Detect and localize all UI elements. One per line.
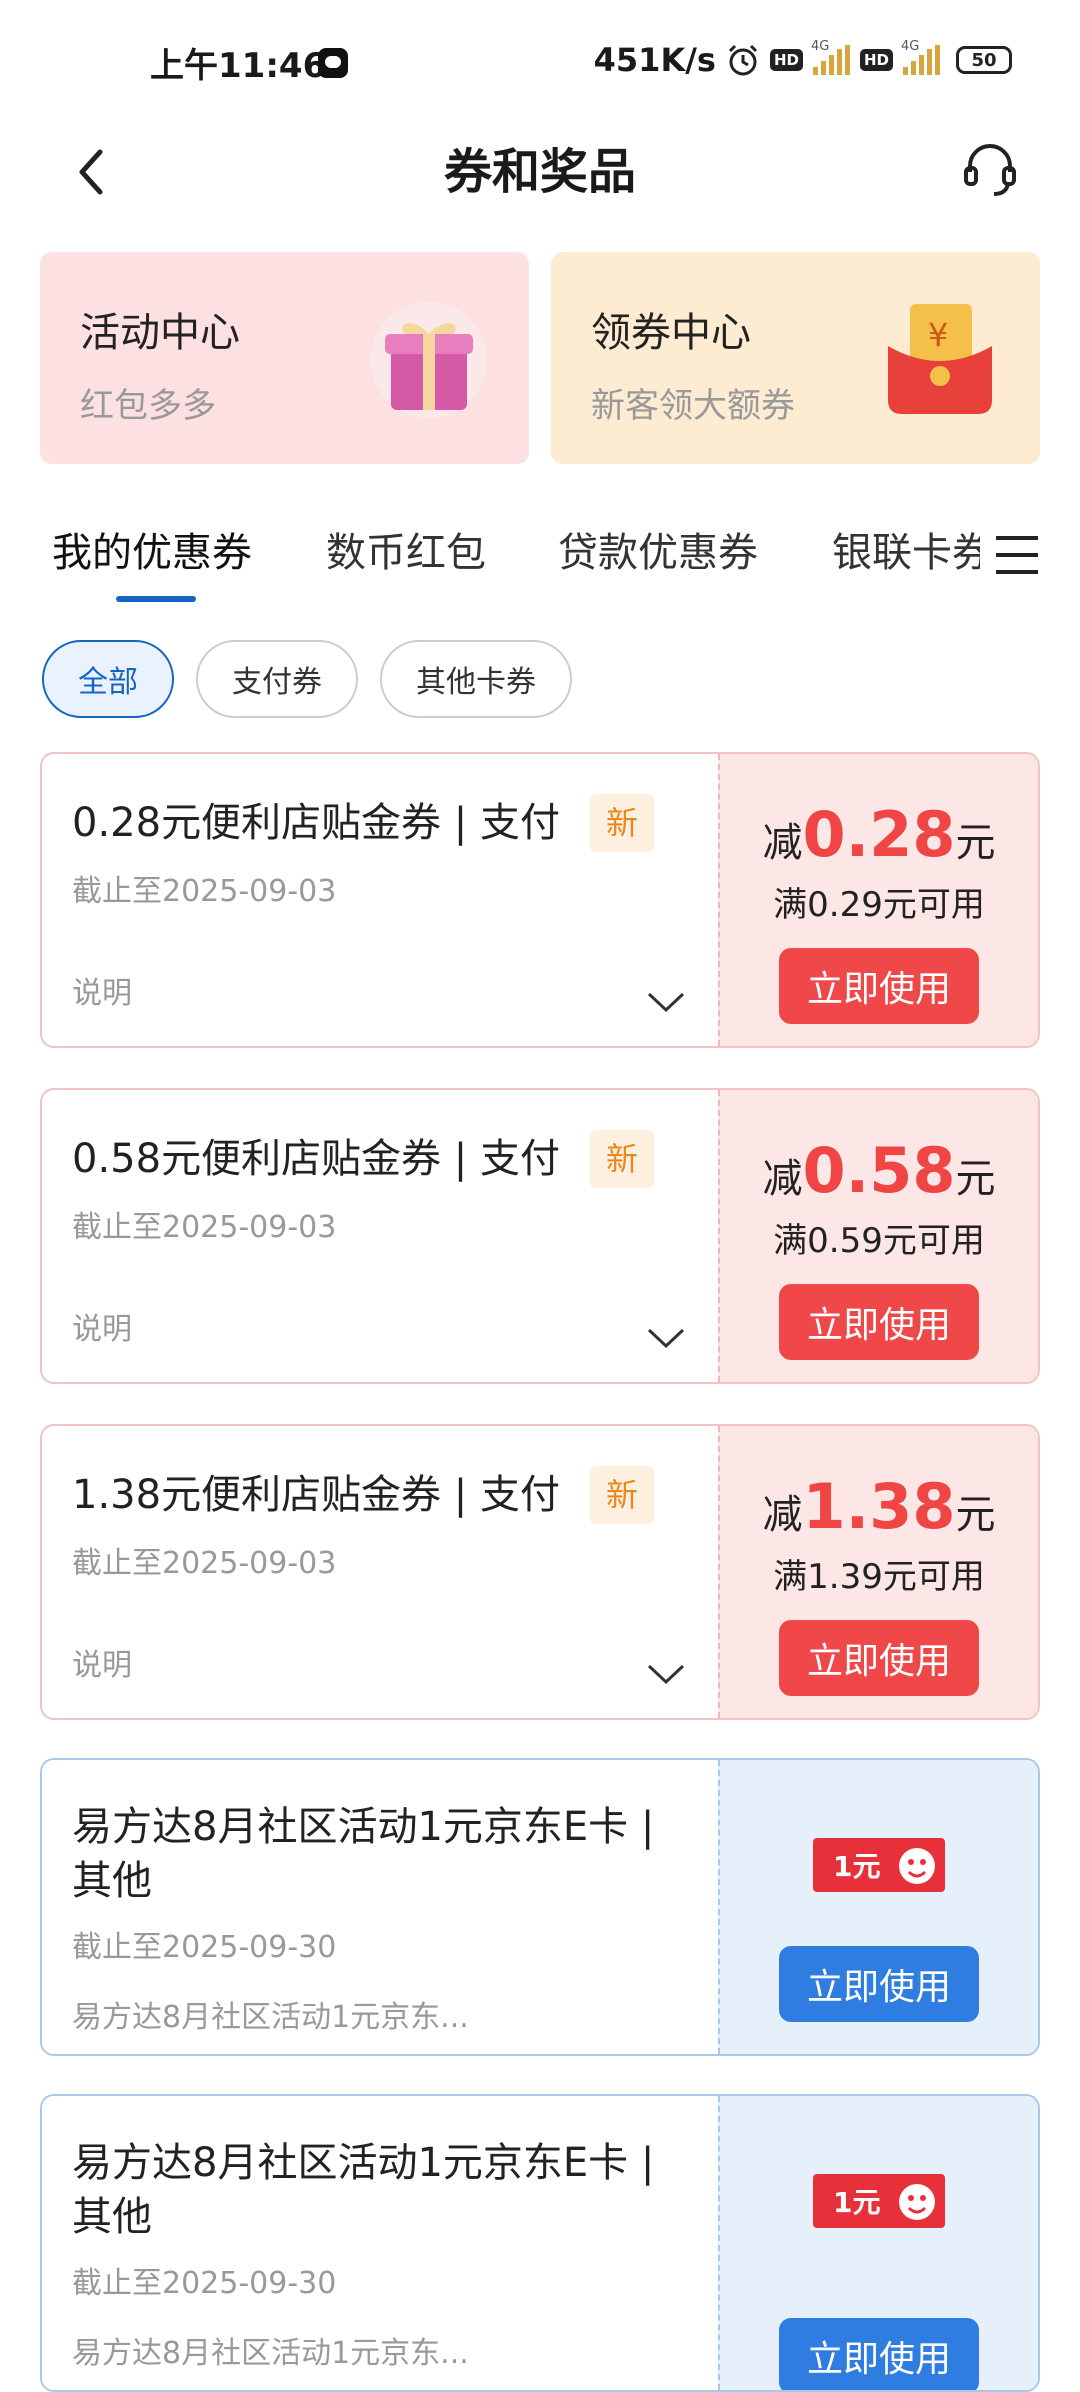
- menu-icon[interactable]: [994, 532, 1040, 578]
- alarm-icon: [728, 44, 758, 76]
- red-envelope-icon: ¥: [888, 304, 992, 414]
- activity-center-card[interactable]: 活动中心 红包多多: [40, 252, 529, 464]
- filter-all[interactable]: 全部: [42, 640, 174, 718]
- amount-value: 0.58: [802, 1134, 956, 1207]
- amount-prefix: 减: [762, 820, 803, 866]
- coupon-description-toggle[interactable]: 说明: [72, 1304, 132, 1348]
- filter-other-cards[interactable]: 其他卡券: [380, 640, 572, 718]
- chevron-down-icon[interactable]: [646, 1326, 686, 1350]
- coupon-value-panel: 减 1.38 元 满1.39元可用 立即使用: [718, 1426, 1038, 1718]
- network-speed: 451K/s: [593, 41, 716, 79]
- battery-icon: 50: [956, 46, 1012, 74]
- jd-ecard-icon: 1元: [813, 2174, 945, 2228]
- coupon-title-text: 0.28元便利店贴金券 | 支付: [72, 800, 560, 846]
- promo-row: 活动中心 红包多多 领券中心 新客领大额券 ¥: [40, 252, 1040, 464]
- coupon-title: 0.58元便利店贴金券 | 支付 新: [72, 1130, 688, 1188]
- filter-chips: 全部 支付券 其他卡券: [42, 640, 572, 718]
- usage-condition: 满1.39元可用: [773, 1557, 985, 1597]
- amount-prefix: 减: [762, 1492, 803, 1538]
- signal-icon: 4G: [901, 39, 940, 75]
- amount-prefix: 减: [762, 1156, 803, 1202]
- new-badge: 新: [589, 1466, 654, 1524]
- use-now-button[interactable]: 立即使用: [779, 948, 979, 1024]
- coupon-card: 0.28元便利店贴金券 | 支付 新 截止至2025-09-03 说明 减 0.…: [40, 752, 1040, 1048]
- hd-badge: HD: [769, 49, 803, 71]
- chevron-down-icon[interactable]: [646, 1662, 686, 1686]
- nav-bar: 券和奖品: [0, 120, 1080, 230]
- usage-condition: 满0.59元可用: [773, 1221, 985, 1261]
- coupon-expire: 截止至2025-09-03: [72, 1210, 337, 1245]
- card-coupon: 易方达8月社区活动1元京东E卡 | 其他 截止至2025-09-30 易方达8月…: [40, 1758, 1040, 2056]
- discount-amount: 减 0.28 元: [763, 798, 996, 871]
- tab-my-coupons[interactable]: 我的优惠券: [52, 520, 252, 578]
- card-value-panel: 1元 立即使用: [718, 2096, 1038, 2390]
- amount-value: 0.28: [802, 798, 956, 871]
- new-badge: 新: [589, 794, 654, 852]
- status-time: 上午11:46: [150, 46, 327, 86]
- coupon-description-toggle[interactable]: 说明: [72, 968, 132, 1012]
- page-title: 券和奖品: [443, 144, 636, 200]
- tab-unionpay-coupons[interactable]: 银联卡券: [832, 520, 992, 578]
- coupon-value-panel: 减 0.58 元 满0.59元可用 立即使用: [718, 1090, 1038, 1382]
- coupon-tabs: 我的优惠券 数币红包 贷款优惠券 银联卡券: [0, 520, 1080, 610]
- tab-digital-red-packet[interactable]: 数币红包: [326, 520, 486, 578]
- new-badge: 新: [589, 1130, 654, 1188]
- tab-loan-coupons[interactable]: 贷款优惠券: [558, 520, 758, 578]
- coupon-title-text: 0.58元便利店贴金券 | 支付: [72, 1136, 560, 1182]
- filter-payment-coupons[interactable]: 支付券: [196, 640, 358, 718]
- coupon-title-text: 1.38元便利店贴金券 | 支付: [72, 1472, 560, 1518]
- chevron-down-icon[interactable]: [646, 990, 686, 1014]
- card-value-panel: 1元 立即使用: [718, 1760, 1038, 2054]
- coupon-value-panel: 减 0.28 元 满0.29元可用 立即使用: [718, 754, 1038, 1046]
- hd-badge: HD: [859, 49, 893, 71]
- customer-service-icon[interactable]: [960, 138, 1020, 202]
- use-now-button[interactable]: 立即使用: [779, 1946, 979, 2022]
- card-expire: 截止至2025-09-30: [72, 2266, 337, 2301]
- coupon-title: 0.28元便利店贴金券 | 支付 新: [72, 794, 688, 852]
- coupon-expire: 截止至2025-09-03: [72, 874, 337, 909]
- network-type: 4G: [901, 39, 920, 54]
- amount-unit: 元: [955, 820, 996, 866]
- status-indicators: 451K/s HD 4G HD 4G 50: [593, 39, 1012, 80]
- status-bar: 上午11:46 451K/s HD 4G HD 4G 50: [0, 0, 1080, 120]
- coupon-expire: 截止至2025-09-03: [72, 1546, 337, 1581]
- coupon-card: 1.38元便利店贴金券 | 支付 新 截止至2025-09-03 说明 减 1.…: [40, 1424, 1040, 1720]
- active-tab-indicator: [116, 596, 196, 602]
- discount-amount: 减 1.38 元: [763, 1470, 996, 1543]
- card-art-label: 1元: [833, 2186, 880, 2219]
- card-description: 易方达8月社区活动1元京东...: [72, 2336, 469, 2371]
- coupon-info: 0.58元便利店贴金券 | 支付 新 截止至2025-09-03 说明: [42, 1090, 718, 1382]
- coupon-info: 1.38元便利店贴金券 | 支付 新 截止至2025-09-03 说明: [42, 1426, 718, 1718]
- amount-unit: 元: [955, 1156, 996, 1202]
- use-now-button[interactable]: 立即使用: [779, 1284, 979, 1360]
- card-info: 易方达8月社区活动1元京东E卡 | 其他 截止至2025-09-30 易方达8月…: [42, 2096, 718, 2390]
- card-title: 易方达8月社区活动1元京东E卡 | 其他: [72, 2140, 655, 2240]
- coupon-info: 0.28元便利店贴金券 | 支付 新 截止至2025-09-03 说明: [42, 754, 718, 1046]
- network-type: 4G: [810, 39, 830, 54]
- card-title: 易方达8月社区活动1元京东E卡 | 其他: [72, 1804, 655, 1904]
- card-description: 易方达8月社区活动1元京东...: [72, 2000, 469, 2035]
- jd-ecard-icon: 1元: [813, 1838, 945, 1892]
- coupon-title: 1.38元便利店贴金券 | 支付 新: [72, 1466, 688, 1524]
- usage-condition: 满0.29元可用: [773, 885, 985, 925]
- coupon-card: 0.58元便利店贴金券 | 支付 新 截止至2025-09-03 说明 减 0.…: [40, 1088, 1040, 1384]
- card-expire: 截止至2025-09-30: [72, 1930, 337, 1965]
- gift-box-icon: [371, 302, 487, 418]
- card-coupon: 易方达8月社区活动1元京东E卡 | 其他 截止至2025-09-30 易方达8月…: [40, 2094, 1040, 2392]
- svg-text:¥: ¥: [928, 316, 948, 354]
- use-now-button[interactable]: 立即使用: [779, 2318, 979, 2390]
- amount-unit: 元: [955, 1492, 996, 1538]
- amount-value: 1.38: [802, 1470, 956, 1543]
- card-info: 易方达8月社区活动1元京东E卡 | 其他 截止至2025-09-30 易方达8月…: [42, 1760, 718, 2054]
- coupon-description-toggle[interactable]: 说明: [72, 1640, 132, 1684]
- discount-amount: 减 0.58 元: [763, 1134, 996, 1207]
- use-now-button[interactable]: 立即使用: [779, 1620, 979, 1696]
- coupon-center-card[interactable]: 领券中心 新客领大额券 ¥: [551, 252, 1040, 464]
- message-icon: [318, 48, 348, 78]
- signal-icon: 4G: [811, 39, 850, 75]
- card-art-label: 1元: [833, 1850, 880, 1883]
